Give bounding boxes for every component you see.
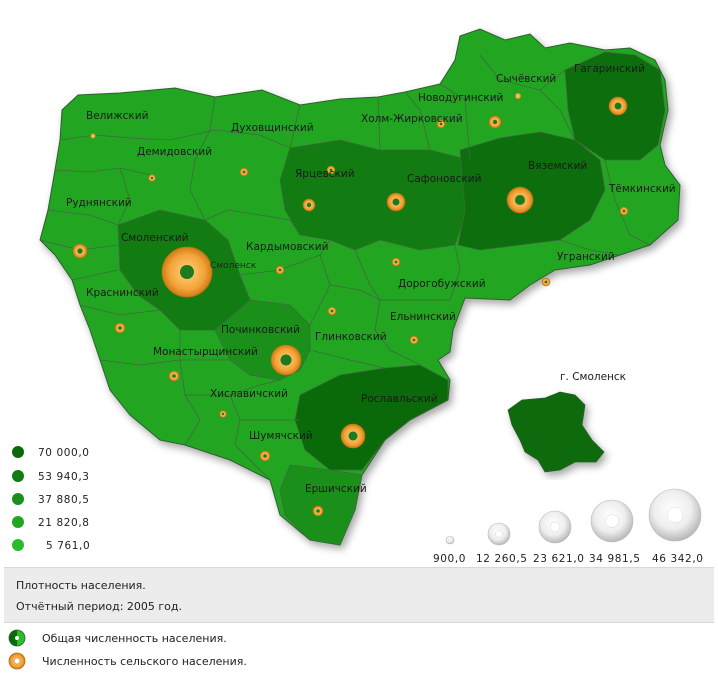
density-swatch bbox=[12, 470, 24, 482]
density-legend-label: 5 761,0 bbox=[46, 540, 90, 552]
density-swatch bbox=[12, 446, 24, 458]
district-label: Краснинский bbox=[86, 287, 159, 299]
ring-icon bbox=[8, 652, 26, 670]
district-label: Глинковский bbox=[315, 331, 387, 343]
inset-label: г. Смоленск bbox=[560, 371, 626, 383]
district-label: Руднянский bbox=[66, 197, 132, 209]
inset-smolensk: г. Смоленск bbox=[507, 371, 626, 473]
district-label: Духовщинский bbox=[231, 122, 314, 134]
density-legend-label: 37 880,5 bbox=[38, 494, 90, 506]
district-label: Дорогобужский bbox=[398, 278, 486, 290]
ring-size-label: 23 621,0 bbox=[533, 553, 585, 565]
ring-size-legend: 900,0 12 260,5 23 621,0 34 981,5 46 342,… bbox=[433, 488, 704, 565]
district-label: Кардымовский bbox=[246, 241, 328, 253]
density-swatch bbox=[12, 516, 24, 528]
district-label: Смоленский bbox=[121, 232, 188, 244]
district-label: Ярцевский bbox=[295, 168, 355, 180]
district-label: Вяземский bbox=[528, 160, 587, 172]
density-legend-label: 70 000,0 bbox=[38, 447, 90, 459]
split-circle-icon bbox=[8, 629, 26, 647]
key-rural: Численность сельского населения. bbox=[8, 651, 247, 671]
density-legend-label: 53 940,3 bbox=[38, 471, 90, 483]
district-label: Хиславичский bbox=[210, 388, 288, 400]
district-label: Ершичский bbox=[305, 483, 367, 495]
key-rural-label: Численность сельского населения. bbox=[42, 654, 247, 668]
ring-marker bbox=[515, 93, 521, 99]
ring-size-label: 34 981,5 bbox=[589, 553, 641, 565]
info-panel: Плотность населения. Отчётный период: 20… bbox=[4, 567, 714, 623]
district-label: Тёмкинский bbox=[608, 183, 676, 195]
district-label: Гагаринский bbox=[574, 63, 645, 75]
info-title: Плотность населения. bbox=[16, 579, 146, 592]
district-label: Демидовский bbox=[137, 146, 212, 158]
district-label: Починковский bbox=[221, 324, 300, 336]
district-label: Сафоновский bbox=[407, 173, 481, 185]
key-total-label: Общая численность населения. bbox=[42, 631, 227, 645]
district-label: Ельнинский bbox=[390, 311, 456, 323]
density-legend-label: 21 820,8 bbox=[38, 517, 90, 529]
key-total: Общая численность населения. bbox=[8, 628, 227, 648]
district-label: Шумячский bbox=[249, 430, 313, 442]
city-label: Смоленск bbox=[210, 261, 257, 271]
district-label: Велижский bbox=[86, 110, 148, 122]
info-period: Отчётный период: 2005 год. bbox=[16, 600, 182, 613]
ring-size-label: 46 342,0 bbox=[652, 553, 704, 565]
ring-size-label: 900,0 bbox=[433, 553, 466, 565]
district-label: Новодугинский bbox=[418, 92, 503, 104]
district-label: Рославльский bbox=[361, 393, 438, 405]
district-label: Угранский bbox=[557, 251, 615, 263]
map: Велижский Демидовский Духовщинский Холм-… bbox=[12, 28, 704, 565]
ring-marker bbox=[90, 133, 96, 139]
district-label: Монастырщинский bbox=[153, 346, 258, 358]
density-swatch bbox=[12, 493, 24, 505]
ring-size-label: 12 260,5 bbox=[476, 553, 528, 565]
district-label: Холм-Жирковский bbox=[361, 113, 463, 125]
district-label: Сычёвский bbox=[496, 73, 556, 85]
density-legend: 70 000,0 53 940,3 37 880,5 21 820,8 5 76… bbox=[12, 446, 90, 552]
density-swatch bbox=[12, 539, 24, 551]
